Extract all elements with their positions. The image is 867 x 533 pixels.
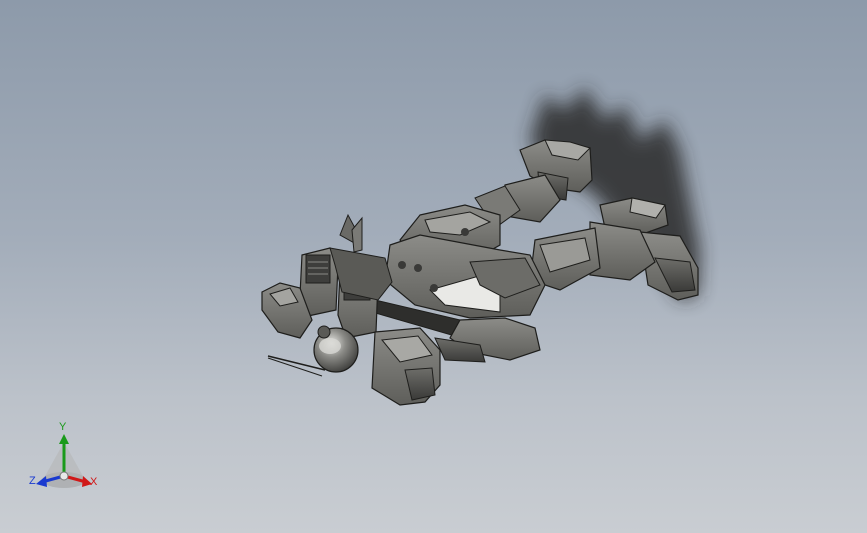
torso-assembly (384, 204, 546, 319)
robot-model[interactable] (0, 0, 867, 533)
backpack-thrusters (299, 213, 393, 339)
y-axis-label: Y (59, 421, 67, 433)
z-axis-label: Z (29, 475, 36, 487)
graphics-viewport[interactable]: Y X Z (0, 0, 867, 533)
x-axis-label: X (90, 476, 98, 488)
